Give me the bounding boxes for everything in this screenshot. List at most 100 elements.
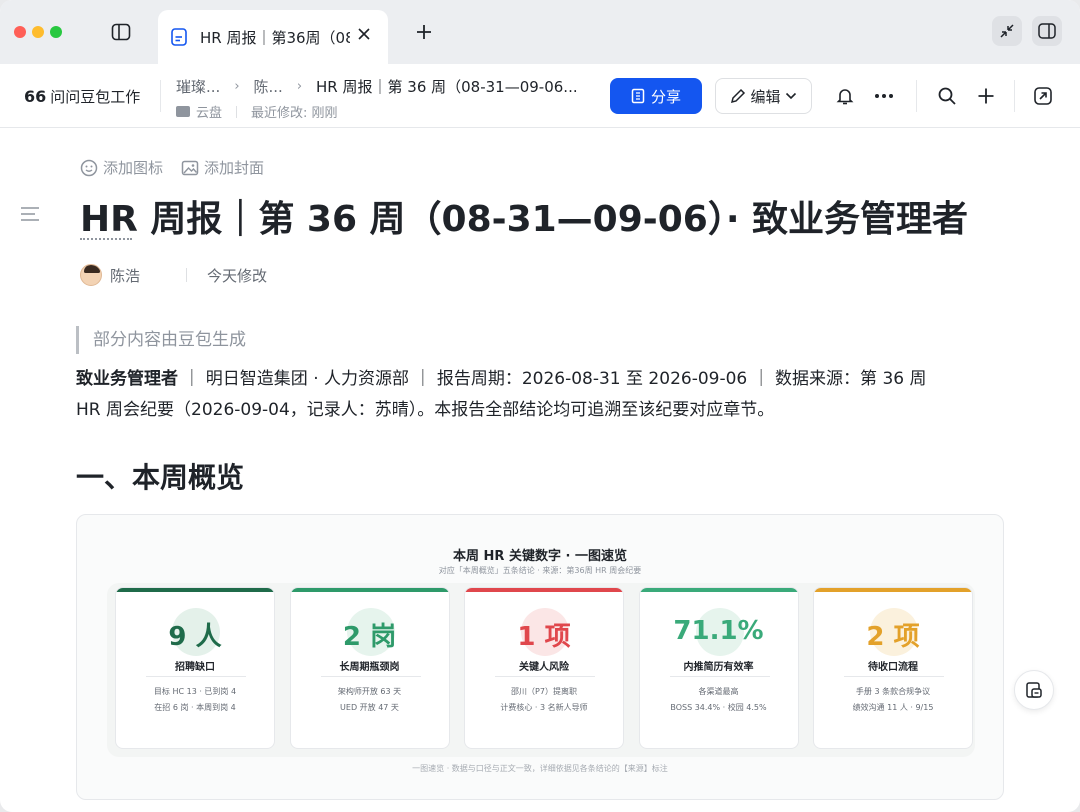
more-options-icon[interactable]: [872, 84, 896, 108]
doc-meta-row: 云盘 最近修改: 刚刚: [176, 102, 338, 121]
author-divider: [186, 268, 188, 282]
kpi-detail: 目标 HC 13 · 已到岗 4: [153, 687, 237, 696]
kpi-detail: 在招 6 岗 · 本周到岗 4: [154, 703, 236, 712]
ai-generated-notice: 部分内容由豆包生成: [76, 326, 246, 354]
kpi-detail: 各渠道最高: [698, 687, 739, 696]
share-label: 分享: [650, 87, 681, 106]
page-title[interactable]: HR 周报｜第 36 周（08-31—09-06）· 致业务管理者: [80, 190, 968, 242]
figure-footer: 一图速览 · 数据与口径与正文一致，详细依据见各条结论的【来源】标注: [412, 764, 668, 773]
bell-icon[interactable]: [833, 84, 857, 108]
image-icon: [181, 160, 199, 175]
kpi-card: 2 项待收口流程手册 3 条款合规争议 绩效沟通 11 人 · 9/15: [813, 587, 973, 749]
kpi-card-accent: [465, 588, 623, 592]
document-toolbar: 66 问问豆包工作 璀璨... › 陈... › HR 周报｜第 36 周（08…: [0, 64, 1080, 128]
folder-icon: [176, 106, 190, 117]
add-cover-button[interactable]: 添加封面: [181, 157, 264, 178]
search-icon[interactable]: [935, 84, 959, 108]
figure-subtitle: 对应「本周概览」五条结论 · 来源：第36周 HR 周会纪要: [438, 566, 642, 575]
avatar[interactable]: [80, 264, 102, 286]
breadcrumb-current: HR 周报｜第 36 周（08-31—09-06...: [316, 78, 578, 96]
figure-panel: 9 人招聘缺口目标 HC 13 · 已到岗 4 在招 6 岗 · 本周到岗 4 2 …: [107, 583, 975, 757]
kpi-label: 关键人风险: [519, 662, 569, 673]
pencil-icon: [731, 88, 746, 104]
kpi-value: 9 人: [168, 622, 222, 652]
close-tab-icon[interactable]: [354, 24, 374, 44]
kpi-card-accent: [639, 588, 798, 592]
kpi-card: 71.1% 内推简历有效率 各渠道最高 BOSS 34.4% · 校园 4.5%: [638, 587, 799, 749]
open-external-icon[interactable]: [1031, 84, 1055, 108]
kpi-card-accent: [116, 588, 274, 592]
quote-mark-icon: 66: [24, 87, 47, 106]
building-icon: [631, 88, 645, 104]
sidebar-toggle-icon[interactable]: [108, 20, 134, 44]
overview-figure[interactable]: 本周 HR 关键数字 · 一图速览 对应「本周概览」五条结论 · 来源：第36周…: [76, 514, 1004, 800]
side-panel-icon[interactable]: [1032, 16, 1062, 46]
app-window: HR 周报｜第36周（08 66 问问豆包工作 璀璨... › 陈... › H…: [0, 0, 1080, 812]
edit-label: 编辑: [750, 87, 781, 106]
spellcheck-underline: [80, 238, 132, 240]
minimize-window-button[interactable]: [32, 26, 44, 38]
workspace-link[interactable]: 66 问问豆包工作: [24, 86, 140, 107]
kpi-detail: 手册 3 条款合规争议: [855, 687, 931, 696]
collapse-icon[interactable]: [992, 16, 1022, 46]
intro-text: ｜ 明日智造集团 · 人力资源部 ｜ 报告周期：2026-08-31 至 202…: [183, 369, 927, 389]
chevron-down-icon: [785, 92, 796, 100]
chevron-right-icon: ›: [296, 79, 303, 94]
kpi-value: 2 项: [866, 622, 920, 652]
kpi-detail: UED 开放 47 天: [340, 703, 399, 712]
add-icon[interactable]: [974, 84, 998, 108]
zoom-window-button[interactable]: [50, 26, 62, 38]
intro-text: HR 周会纪要（2026-09-04，记录人：苏晴）。本报告全部结论均可追溯至该…: [76, 400, 775, 420]
doc-header-actions: 添加图标 添加封面: [80, 157, 282, 178]
breadcrumb-item[interactable]: 璀璨...: [176, 76, 220, 97]
breadcrumb: 璀璨... › 陈... › HR 周报｜第 36 周（08-31—09-06.…: [176, 76, 578, 97]
last-modified-label: 最近修改: 刚刚: [251, 106, 338, 121]
document-icon: [170, 27, 188, 47]
edit-mode-button[interactable]: 编辑: [715, 78, 812, 114]
kpi-divider: [146, 676, 246, 677]
kpi-label: 长周期瓶颈岗: [339, 662, 400, 673]
toolbar-divider: [1014, 80, 1015, 112]
kpi-detail: 绩效沟通 11 人 · 9/15: [852, 703, 934, 712]
kpi-divider: [669, 676, 770, 677]
kpi-label: 待收口流程: [868, 662, 918, 673]
kpi-card: 9 人招聘缺口目标 HC 13 · 已到岗 4 在招 6 岗 · 本周到岗 4: [115, 587, 275, 749]
kpi-label: 内推简历有效率: [683, 662, 754, 673]
kpi-card: 1 项关键人风险邵川（P7）提离职计费核心 · 3 名新人导师: [464, 587, 624, 749]
close-window-button[interactable]: [14, 26, 26, 38]
intro-audience: 致业务管理者: [76, 369, 178, 389]
kpi-card: 2 岗长周期瓶颈岗 架构师开放 63 天 UED 开放 47 天: [289, 587, 450, 749]
location-label[interactable]: 云盘: [196, 102, 222, 121]
kpi-card-accent: [814, 588, 972, 592]
kpi-value: 2 岗: [342, 622, 397, 652]
tab-bar: HR 周报｜第36周（08: [0, 0, 1080, 64]
section-heading[interactable]: 一、本周概览: [76, 456, 244, 496]
kpi-detail: 架构师开放 63 天: [337, 687, 402, 696]
figure-title: 本周 HR 关键数字 · 一图速览: [453, 549, 627, 564]
kpi-value: 1 项: [517, 622, 571, 652]
share-button[interactable]: 分享: [610, 78, 702, 114]
intro-paragraph[interactable]: 致业务管理者 ｜ 明日智造集团 · 人力资源部 ｜ 报告周期：2026-08-3…: [76, 364, 996, 426]
outline-icon[interactable]: [20, 206, 40, 222]
kpi-divider: [844, 676, 944, 677]
tab-document[interactable]: HR 周报｜第36周（08: [158, 10, 388, 64]
add-icon-button[interactable]: 添加图标: [80, 157, 163, 178]
breadcrumb-item[interactable]: 陈...: [254, 76, 283, 97]
note-icon: [1026, 682, 1042, 698]
toolbar-divider: [916, 80, 917, 112]
comment-floating-button[interactable]: [1014, 670, 1054, 710]
chevron-right-icon: ›: [234, 79, 240, 94]
kpi-divider: [320, 676, 421, 677]
meta-divider: [236, 105, 238, 118]
smiley-icon: [80, 159, 98, 176]
author-name[interactable]: 陈浩: [110, 265, 140, 286]
modified-label: 今天修改: [207, 266, 268, 285]
kpi-detail: BOSS 34.4% · 校园 4.5%: [670, 703, 767, 712]
toolbar-divider: [160, 80, 161, 112]
kpi-value: 71.1%: [673, 616, 764, 646]
add-icon-label: 添加图标: [103, 159, 164, 177]
kpi-detail: 计费核心 · 3 名新人导师: [500, 703, 588, 712]
kpi-detail: 邵川（P7）提离职: [511, 687, 577, 696]
kpi-label: 招聘缺口: [175, 662, 215, 673]
new-tab-icon[interactable]: [412, 20, 436, 44]
